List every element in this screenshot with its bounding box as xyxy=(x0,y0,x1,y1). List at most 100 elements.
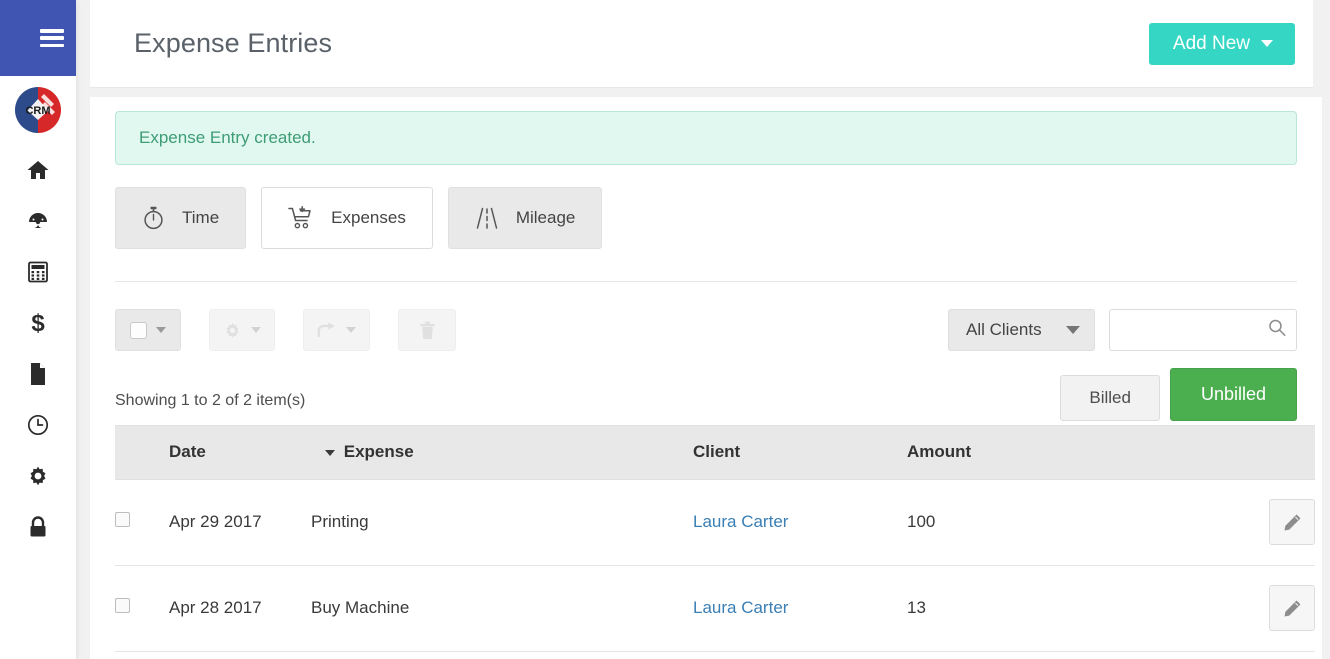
calculator-icon xyxy=(28,261,48,282)
page-title: Expense Entries xyxy=(134,28,333,58)
search-input[interactable] xyxy=(1109,309,1297,351)
sidebar-item-calculator[interactable] xyxy=(0,246,76,297)
gear-icon xyxy=(223,321,242,340)
client-filter-value: All Clients xyxy=(966,320,1042,339)
dashboard-icon xyxy=(29,212,47,228)
svg-text:CRM: CRM xyxy=(25,105,50,117)
sort-descending-icon xyxy=(325,449,335,456)
cell-date: Apr 28 2017 xyxy=(169,565,311,652)
select-all-dropdown[interactable] xyxy=(115,309,181,351)
edit-button[interactable] xyxy=(1269,585,1315,631)
delete-button[interactable] xyxy=(398,309,456,351)
alert-message: Expense Entry created. xyxy=(139,128,316,147)
brand-logo[interactable]: CRM xyxy=(0,82,76,138)
cell-amount: 100 xyxy=(907,479,1247,566)
checkbox-icon xyxy=(130,321,147,339)
pencil-icon xyxy=(1284,514,1300,530)
column-date-label: Date xyxy=(169,442,206,461)
svg-text:$: $ xyxy=(31,310,45,336)
list-summary-row: Showing 1 to 2 of 2 item(s) Billed Unbil… xyxy=(115,351,1297,421)
add-new-label: Add New xyxy=(1172,32,1250,54)
list-toolbar: All Clients xyxy=(115,282,1297,351)
sidebar: CRM $ xyxy=(0,0,76,659)
client-link[interactable]: Laura Carter xyxy=(693,598,788,617)
table-head: Date Expense Client Amount xyxy=(115,425,1315,480)
client-link[interactable]: Laura Carter xyxy=(693,512,788,531)
column-client-label: Client xyxy=(693,442,741,461)
content-panel: Expense Entry created. Time Expenses Mil… xyxy=(90,97,1322,659)
gear-icon xyxy=(30,466,46,485)
page-right-gutter xyxy=(1322,0,1330,659)
expense-entries-table: Date Expense Client Amount Apr 29 2017 P… xyxy=(115,425,1315,652)
column-expense-label: Expense xyxy=(343,442,414,461)
unbilled-filter-button[interactable]: Unbilled xyxy=(1169,368,1297,421)
column-expense[interactable]: Expense xyxy=(311,425,693,480)
application-root: CRM $ Expense Entries Add New Expense En… xyxy=(0,0,1330,659)
cell-select xyxy=(115,565,169,652)
sidebar-header xyxy=(0,0,76,76)
sidebar-item-security[interactable] xyxy=(0,501,76,552)
billed-filter-button[interactable]: Billed xyxy=(1060,375,1160,421)
column-amount-label: Amount xyxy=(907,442,972,461)
share-icon xyxy=(317,321,337,340)
chevron-down-icon xyxy=(1066,326,1080,334)
tab-time-label: Time xyxy=(182,208,220,227)
trash-icon xyxy=(419,321,436,340)
cell-client: Laura Carter xyxy=(693,565,907,652)
tab-expenses-label: Expenses xyxy=(331,208,406,227)
cell-date: Apr 29 2017 xyxy=(169,479,311,566)
search-box xyxy=(1109,309,1297,351)
cart-plus-icon xyxy=(288,205,314,231)
sidebar-item-settings[interactable] xyxy=(0,450,76,501)
entry-type-tabs: Time Expenses Mileage xyxy=(115,183,1297,249)
column-actions xyxy=(1247,425,1315,480)
chevron-down-icon xyxy=(346,327,356,333)
page-header: Expense Entries Add New xyxy=(90,0,1313,88)
pencil-icon xyxy=(1284,600,1300,616)
column-select xyxy=(115,425,169,480)
tab-time[interactable]: Time xyxy=(115,187,247,249)
chevron-down-icon xyxy=(1261,39,1273,47)
sidebar-item-home[interactable] xyxy=(0,144,76,195)
cell-expense: Buy Machine xyxy=(311,565,693,652)
clock-icon xyxy=(27,414,49,435)
client-filter-dropdown[interactable]: All Clients xyxy=(948,309,1095,351)
column-amount[interactable]: Amount xyxy=(907,425,1247,480)
edit-button[interactable] xyxy=(1269,499,1315,545)
table-row: Apr 28 2017 Buy Machine Laura Carter 13 xyxy=(115,565,1315,652)
row-checkbox[interactable] xyxy=(115,512,130,527)
tab-mileage[interactable]: Mileage xyxy=(447,187,603,249)
export-dropdown[interactable] xyxy=(303,309,370,351)
cell-actions xyxy=(1247,565,1315,652)
cell-actions xyxy=(1247,479,1315,566)
file-icon xyxy=(31,362,45,385)
cell-amount: 13 xyxy=(907,565,1247,652)
sidebar-item-billing[interactable]: $ xyxy=(0,297,76,348)
chevron-down-icon xyxy=(156,327,166,333)
showing-count: Showing 1 to 2 of 2 item(s) xyxy=(115,392,306,409)
crm-logo-icon: CRM xyxy=(15,87,61,133)
road-icon xyxy=(475,206,499,231)
chevron-down-icon xyxy=(251,327,261,333)
main-area: Expense Entries Add New Expense Entry cr… xyxy=(76,0,1330,659)
hamburger-menu-icon[interactable] xyxy=(40,29,64,47)
sidebar-item-time[interactable] xyxy=(0,399,76,450)
sidebar-item-dashboard[interactable] xyxy=(0,195,76,246)
tab-expenses[interactable]: Expenses xyxy=(261,187,433,249)
billing-filter-group: Billed Unbilled xyxy=(1060,368,1297,421)
status-alert: Expense Entry created. xyxy=(115,111,1297,165)
sidebar-nav: $ xyxy=(0,144,76,552)
settings-dropdown[interactable] xyxy=(209,309,275,351)
cell-select xyxy=(115,479,169,566)
cell-client: Laura Carter xyxy=(693,479,907,566)
table-row: Apr 29 2017 Printing Laura Carter 100 xyxy=(115,479,1315,566)
cell-expense: Printing xyxy=(311,479,693,566)
add-new-button[interactable]: Add New xyxy=(1148,22,1295,65)
lock-icon xyxy=(30,515,46,536)
table-body: Apr 29 2017 Printing Laura Carter 100 Ap… xyxy=(115,479,1315,652)
row-checkbox[interactable] xyxy=(115,598,130,613)
column-date[interactable]: Date xyxy=(169,425,311,480)
column-client[interactable]: Client xyxy=(693,425,907,480)
tab-mileage-label: Mileage xyxy=(515,208,576,227)
sidebar-item-documents[interactable] xyxy=(0,348,76,399)
